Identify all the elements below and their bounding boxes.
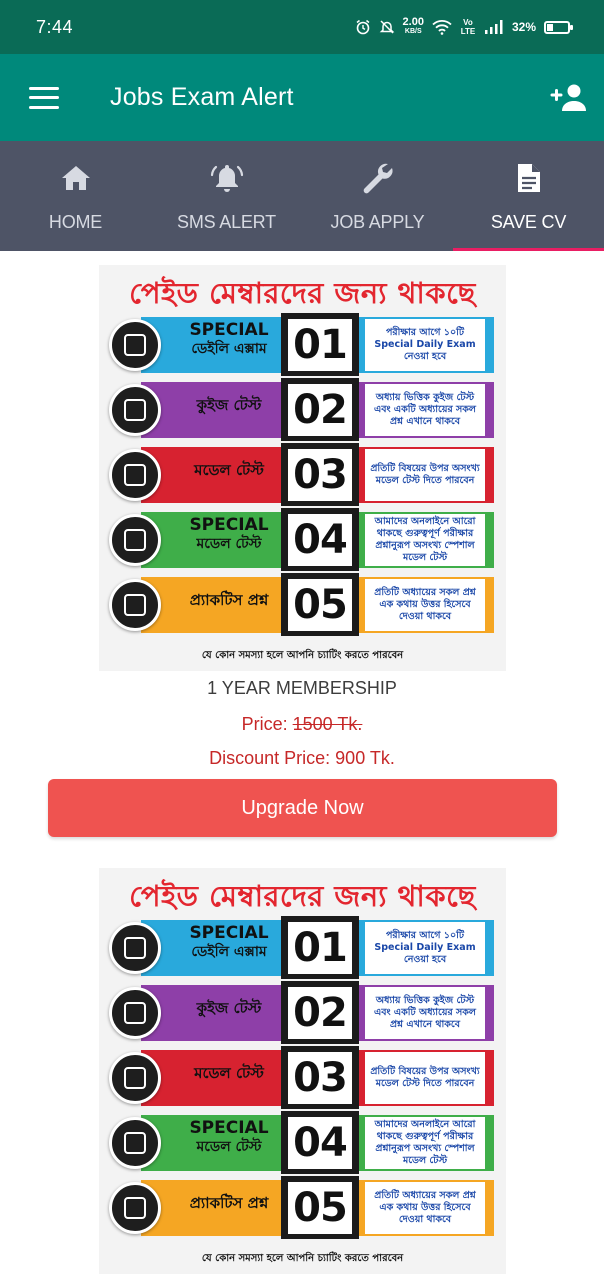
original-price: 1500 Tk.	[292, 714, 363, 734]
membership-card: পেইড মেম্বারদের জন্য থাকছে SPECIAL ডেইলি …	[0, 251, 604, 854]
promo-row-title: মডেল টেস্ট	[194, 461, 264, 479]
promo-row-number: 04	[281, 1111, 359, 1174]
promo-row: মডেল টেস্ট 03 প্রতিটি বিষয়ের উপর অসংখ্য ম…	[109, 1046, 494, 1109]
membership-card: পেইড মেম্বারদের জন্য থাকছে SPECIAL ডেইলি …	[0, 854, 604, 1280]
status-bar: 7:44 2.00 KB/S Vo LTE 32%	[0, 0, 604, 54]
hamburger-menu-icon[interactable]	[29, 86, 59, 109]
status-time: 7:44	[36, 16, 74, 37]
checklist-icon	[109, 922, 161, 974]
promo-row-description: অধ্যায় ভিত্তিক কুইজ টেস্ট এবং একটি অধ্য…	[365, 987, 485, 1039]
promo-row-number: 02	[281, 981, 359, 1044]
wrench-icon	[361, 161, 395, 195]
promo-row: কুইজ টেস্ট 02 অধ্যায় ভিত্তিক কুইজ টেস্ট এ…	[109, 981, 494, 1044]
promo-row-description: পরীক্ষার আগে ১০টি Special Daily Exam নেও…	[365, 922, 485, 974]
promo-banner: পেইড মেম্বারদের জন্য থাকছে SPECIAL ডেইলি …	[99, 868, 506, 1274]
promo-row-description: প্রতিটি বিষয়ের উপর অসংখ্য মডেল টেস্ট দি…	[365, 1052, 485, 1104]
tab-job-apply[interactable]: JOB APPLY	[302, 141, 453, 251]
promo-row-number: 01	[281, 916, 359, 979]
document-icon	[512, 161, 546, 195]
status-icons: 2.00 KB/S Vo LTE 32%	[355, 16, 573, 37]
promo-row-description: আমাদের অনলাইনে আরো থাকছে গুরুত্বপূর্ণ পর…	[365, 1117, 485, 1169]
discount-price: Discount Price: 900 Tk.	[209, 748, 395, 768]
tab-sms-alert[interactable]: SMS ALERT	[151, 141, 302, 251]
alarm-icon	[356, 19, 370, 35]
promo-row: কুইজ টেস্ট 02 অধ্যায় ভিত্তিক কুইজ টেস্ট এ…	[109, 378, 494, 441]
checklist-icon	[109, 987, 161, 1039]
promo-banner: পেইড মেম্বারদের জন্য থাকছে SPECIAL ডেইলি …	[99, 265, 506, 671]
bell-icon	[210, 161, 244, 195]
membership-list: পেইড মেম্বারদের জন্য থাকছে SPECIAL ডেইলি …	[0, 251, 604, 1280]
promo-row: মডেল টেস্ট 03 প্রতিটি বিষয়ের উপর অসংখ্য ম…	[109, 443, 494, 506]
network-type: Vo LTE	[460, 18, 476, 36]
mute-notification-icon	[379, 20, 394, 34]
checklist-icon	[109, 1117, 161, 1169]
promo-row-title: মডেল টেস্ট	[194, 1064, 264, 1082]
promo-row-number: 04	[281, 508, 359, 571]
promo-row-number: 02	[281, 378, 359, 441]
home-icon	[59, 161, 93, 195]
checklist-icon	[109, 1052, 161, 1104]
checklist-icon	[109, 384, 161, 436]
membership-title: 1 YEAR MEMBERSHIP	[207, 678, 397, 698]
tab-label: SAVE CV	[490, 212, 567, 232]
app-bar: Jobs Exam Alert	[0, 54, 604, 141]
checklist-icon	[109, 1182, 161, 1234]
battery-percent: 32%	[511, 20, 536, 34]
network-speed: 2.00 KB/S	[402, 16, 424, 36]
battery-icon	[544, 20, 573, 34]
price-label: Price:	[241, 714, 293, 734]
checklist-icon	[109, 514, 161, 566]
tab-bar: HOME SMS ALERT JOB APPLY SAVE CV	[0, 141, 604, 251]
add-user-icon[interactable]	[550, 82, 586, 112]
promo-row-title: কুইজ টেস্ট	[196, 396, 262, 414]
promo-row-number: 05	[281, 573, 359, 636]
wifi-icon	[432, 20, 452, 35]
promo-row-number: 05	[281, 1176, 359, 1239]
promo-footer: যে কোন সমস্যা হলে আপনি চ্যাটিং করতে পারব…	[201, 650, 404, 661]
tab-label: HOME	[48, 212, 103, 232]
promo-row: SPECIAL ডেইলি এক্সাম 01 পরীক্ষার আগে ১০টি S…	[109, 916, 494, 979]
promo-row-title: SPECIAL ডেইলি এক্সাম	[189, 320, 269, 358]
signal-icon	[484, 20, 503, 34]
app-title: Jobs Exam Alert	[110, 83, 294, 111]
promo-row-number: 03	[281, 443, 359, 506]
promo-row: প্র্যাকটিস প্রশ্ন 05 প্রতিটি অধ্যায়ের সকল…	[109, 1176, 494, 1239]
upgrade-now-button[interactable]: Upgrade Now	[48, 779, 557, 837]
promo-row-description: প্রতিটি অধ্যায়ের সকল প্রশ্ন এক কথায় উত…	[365, 579, 485, 631]
promo-row-description: প্রতিটি অধ্যায়ের সকল প্রশ্ন এক কথায় উত…	[365, 1182, 485, 1234]
promo-row-title: প্র্যাকটিস প্রশ্ন	[189, 591, 269, 609]
promo-row-title: প্র্যাকটিস প্রশ্ন	[189, 1194, 269, 1212]
promo-row: SPECIAL মডেল টেস্ট 04 আমাদের অনলাইনে আরো থা…	[109, 508, 494, 571]
promo-row: প্র্যাকটিস প্রশ্ন 05 প্রতিটি অধ্যায়ের সকল…	[109, 573, 494, 636]
promo-row: SPECIAL ডেইলি এক্সাম 01 পরীক্ষার আগে ১০টি S…	[109, 313, 494, 376]
promo-row-title: SPECIAL ডেইলি এক্সাম	[189, 923, 269, 961]
promo-row-description: পরীক্ষার আগে ১০টি Special Daily Exam নেও…	[365, 319, 485, 371]
promo-row-title: SPECIAL মডেল টেস্ট	[189, 1118, 269, 1156]
promo-row: SPECIAL মডেল টেস্ট 04 আমাদের অনলাইনে আরো থা…	[109, 1111, 494, 1174]
promo-row-title: কুইজ টেস্ট	[196, 999, 262, 1017]
tab-save-cv[interactable]: SAVE CV	[453, 141, 604, 251]
promo-row-title: SPECIAL মডেল টেস্ট	[189, 515, 269, 553]
checklist-icon	[109, 449, 161, 501]
promo-row-description: আমাদের অনলাইনে আরো থাকছে গুরুত্বপূর্ণ পর…	[365, 514, 485, 566]
tab-home[interactable]: HOME	[0, 141, 151, 251]
price-line: Price: 1500 Tk.	[0, 714, 604, 735]
checklist-icon	[109, 579, 161, 631]
tab-label: SMS ALERT	[177, 212, 276, 232]
promo-row-description: অধ্যায় ভিত্তিক কুইজ টেস্ট এবং একটি অধ্য…	[365, 384, 485, 436]
promo-row-description: প্রতিটি বিষয়ের উপর অসংখ্য মডেল টেস্ট দি…	[365, 449, 485, 501]
checklist-icon	[109, 319, 161, 371]
promo-row-number: 03	[281, 1046, 359, 1109]
tab-label: JOB APPLY	[330, 212, 425, 232]
promo-footer: যে কোন সমস্যা হলে আপনি চ্যাটিং করতে পারব…	[201, 1253, 404, 1264]
promo-row-number: 01	[281, 313, 359, 376]
